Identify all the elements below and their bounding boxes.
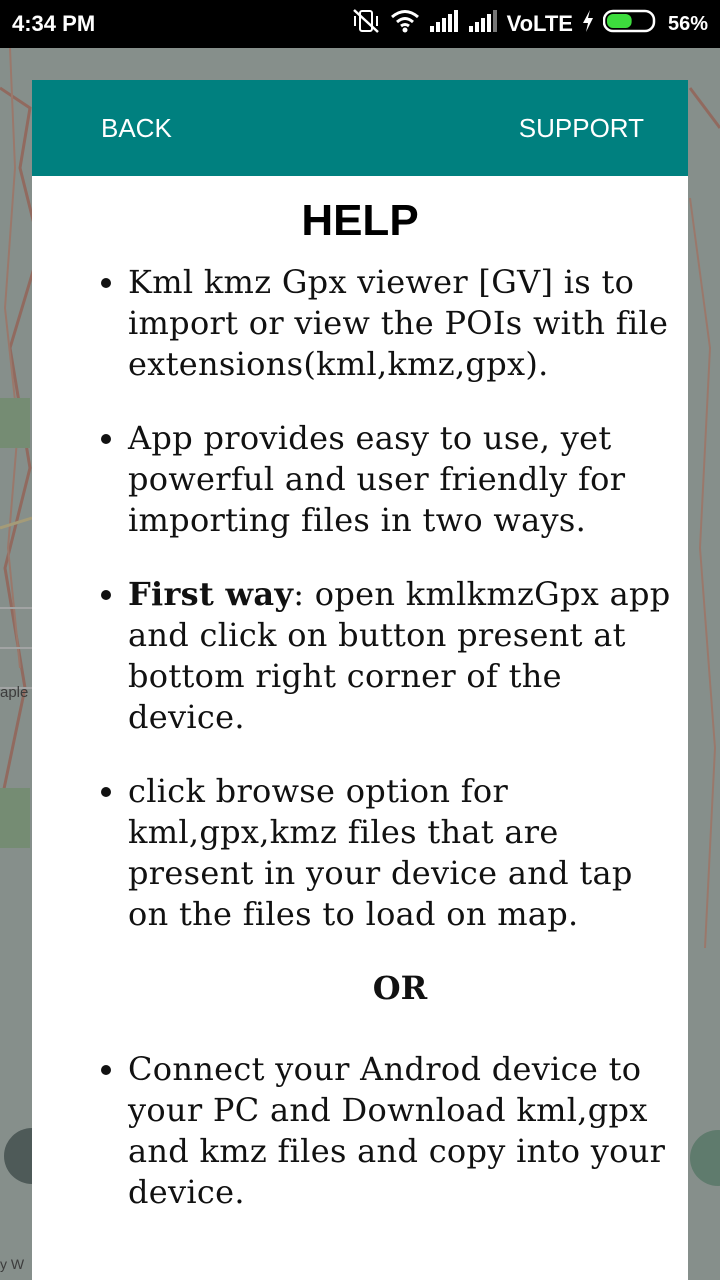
help-item-text: App provides easy to use, yet powerful a… xyxy=(128,419,626,539)
help-content: Kml kmz Gpx viewer [GV] is to import or … xyxy=(32,262,688,1213)
help-item-text: click browse option for kml,gpx,kmz file… xyxy=(128,772,633,933)
help-item-text: Connect your Androd device to your PC an… xyxy=(128,1050,666,1211)
support-button[interactable]: SUPPORT xyxy=(519,80,644,176)
help-item: Connect your Androd device to your PC an… xyxy=(128,1049,678,1213)
map-attribution: y W xyxy=(0,1256,25,1272)
back-button[interactable]: BACK xyxy=(101,80,172,176)
help-item: Kml kmz Gpx viewer [GV] is to import or … xyxy=(128,262,678,385)
or-separator: OR xyxy=(372,969,428,1007)
status-icons: VoLTE 56% xyxy=(342,0,708,48)
wifi-icon xyxy=(390,9,420,39)
battery-percent: 56% xyxy=(667,12,708,35)
signal-sim1-icon xyxy=(429,10,459,38)
help-list-after: Connect your Androd device to your PC an… xyxy=(32,1049,688,1213)
vibrate-off-icon xyxy=(351,8,381,40)
help-item: click browse option for kml,gpx,kmz file… xyxy=(128,771,678,935)
help-list: Kml kmz Gpx viewer [GV] is to import or … xyxy=(32,262,688,935)
battery-icon xyxy=(602,9,659,39)
signal-sim2-icon xyxy=(468,10,498,38)
network-type: VoLTE xyxy=(506,11,573,36)
charging-icon xyxy=(582,10,594,38)
map-place-label: aple xyxy=(0,684,29,701)
help-title: HELP xyxy=(301,196,419,245)
help-dialog: BACK SUPPORT HELP Kml kmz Gpx viewer [GV… xyxy=(32,80,688,1280)
help-item-bold: First way xyxy=(128,575,294,613)
status-time: 4:34 PM xyxy=(12,11,96,36)
help-item: First way: open kmlkmzGpx app and click … xyxy=(128,574,678,738)
help-item-text: Kml kmz Gpx viewer [GV] is to import or … xyxy=(128,263,669,383)
status-bar: 4:34 PM VoLTE 56% xyxy=(0,0,720,48)
dialog-header: BACK SUPPORT xyxy=(32,80,688,176)
help-item: App provides easy to use, yet powerful a… xyxy=(128,418,678,541)
